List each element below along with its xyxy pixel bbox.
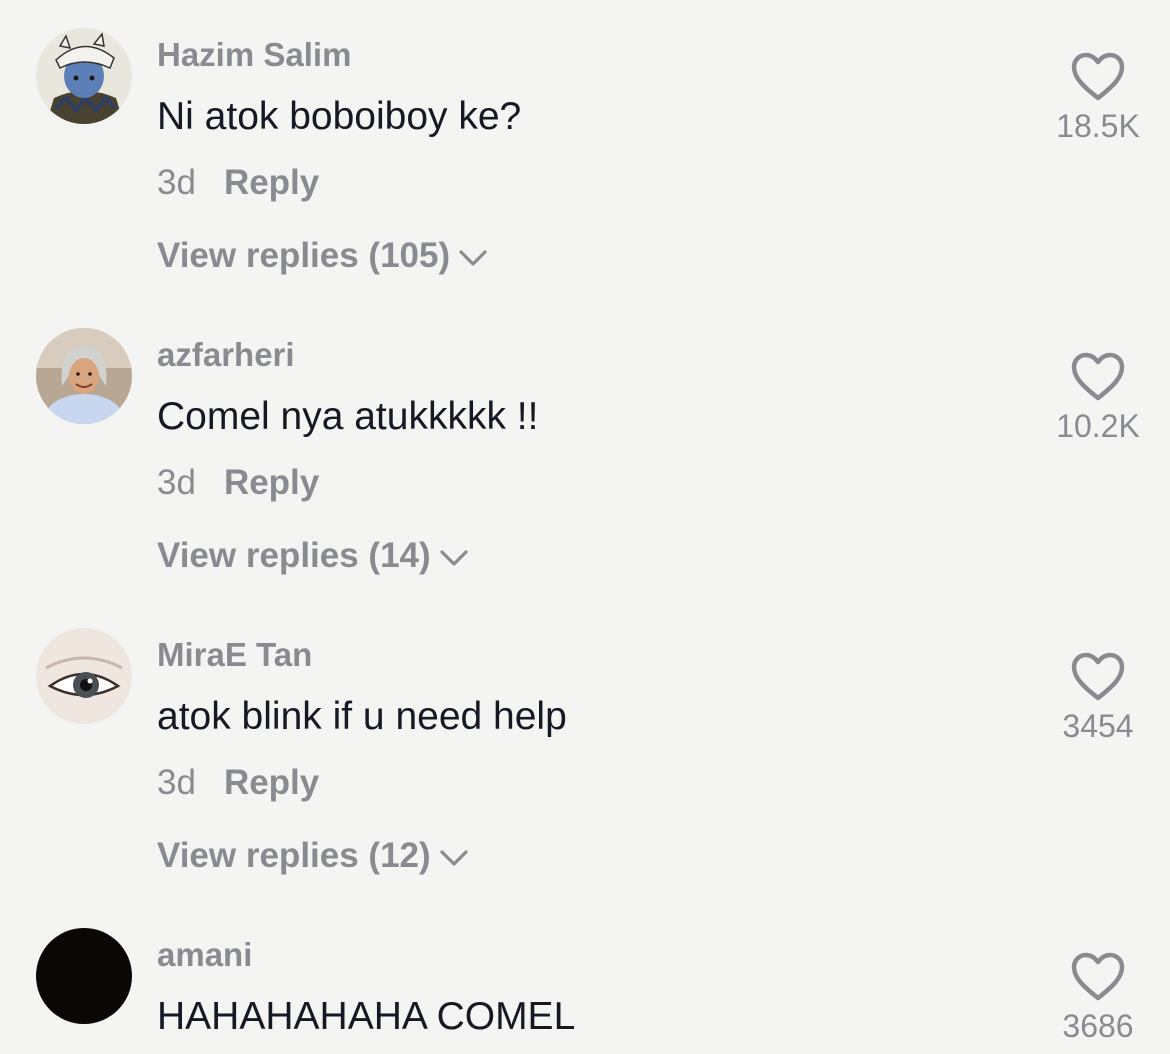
comment-username[interactable]: MiraE Tan [157,636,312,674]
like-control: 3686 [1040,952,1156,1045]
comment-text: Comel nya atukkkkk !! [157,395,539,438]
like-control: 10.2K [1040,352,1156,445]
comment-time: 3d [157,163,196,202]
comment-meta: 3d Reply [157,463,319,503]
avatar[interactable] [36,928,132,1024]
heart-icon[interactable] [1070,52,1126,102]
reply-button[interactable]: Reply [224,763,319,802]
like-count: 3686 [1062,1008,1134,1044]
reply-button[interactable]: Reply [224,163,319,202]
chevron-down-icon [440,850,468,866]
person-photo-avatar-icon [36,328,132,424]
like-control: 3454 [1040,652,1156,745]
comment-meta: 3d Reply [157,763,319,803]
comment-username[interactable]: azfarheri [157,336,295,374]
eye-closeup-avatar-icon [36,628,132,724]
like-count: 18.5K [1056,108,1140,144]
avatar[interactable] [36,628,132,724]
comment-username[interactable]: amani [157,936,252,974]
comment-text: HAHAHAHAHA COMEL [157,995,576,1038]
like-count: 3454 [1062,708,1134,744]
view-replies-label: View replies (14) [157,536,431,575]
heart-icon[interactable] [1070,652,1126,702]
avatar[interactable] [36,328,132,424]
view-replies-button[interactable]: View replies (12) [157,836,469,876]
comment-text: Ni atok boboiboy ke? [157,95,522,138]
heart-icon[interactable] [1070,352,1126,402]
avatar[interactable] [36,28,132,124]
chevron-down-icon [459,250,487,266]
view-replies-label: View replies (105) [157,236,451,275]
reply-button[interactable]: Reply [224,463,319,502]
like-count: 10.2K [1056,408,1140,444]
dark-avatar-icon [36,928,132,1024]
comment-time: 3d [157,463,196,502]
view-replies-button[interactable]: View replies (14) [157,536,469,576]
comment-time: 3d [157,763,196,802]
like-control: 18.5K [1040,52,1156,145]
chevron-down-icon [440,550,468,566]
comment-text: atok blink if u need help [157,695,567,738]
heart-icon[interactable] [1070,952,1126,1002]
view-replies-button[interactable]: View replies (105) [157,236,488,276]
view-replies-label: View replies (12) [157,836,431,875]
comment-username[interactable]: Hazim Salim [157,36,351,74]
comment-meta: 3d Reply [157,163,319,203]
anime-character-avatar-icon [36,28,132,124]
